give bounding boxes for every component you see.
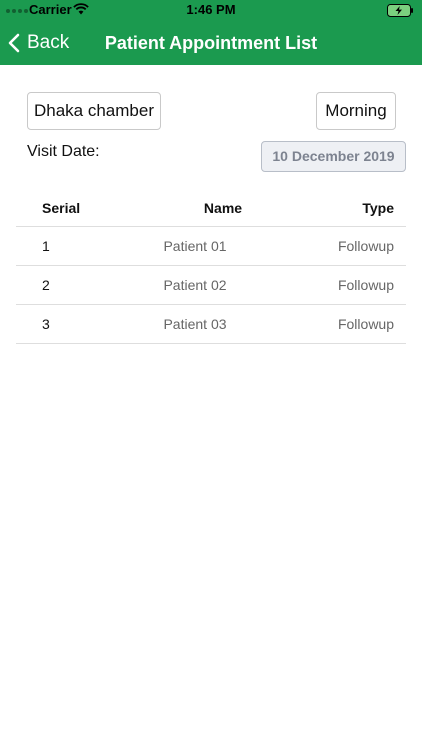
table-row[interactable]: 2 Patient 02 Followup — [16, 266, 406, 305]
row-type: Followup — [337, 238, 394, 254]
navigation-bar: Back Patient Appointment List — [0, 22, 422, 65]
row-name: Patient 03 — [163, 316, 227, 332]
status-time: 1:46 PM — [186, 2, 236, 17]
page-title: Patient Appointment List — [104, 33, 318, 53]
top-bar: Carrier 1:46 PM Back Patient Appointment… — [0, 0, 422, 65]
table-row[interactable]: 3 Patient 03 Followup — [16, 305, 406, 344]
visit-date-field[interactable]: 10 December 2019 — [261, 141, 406, 172]
row-name: Patient 02 — [163, 277, 227, 293]
header-name: Name — [203, 200, 243, 216]
chamber-select-button[interactable]: Dhaka chamber — [27, 92, 161, 130]
status-bar: Carrier 1:46 PM — [0, 0, 422, 22]
session-select-button[interactable]: Morning — [316, 92, 396, 130]
header-type: Type — [362, 200, 394, 216]
row-name: Patient 01 — [163, 238, 227, 254]
row-type: Followup — [337, 277, 394, 293]
table-header: Serial Name Type — [16, 189, 406, 227]
battery-charging-icon — [387, 4, 413, 17]
row-type: Followup — [337, 316, 394, 332]
visit-date-label: Visit Date: — [27, 143, 100, 160]
table-row[interactable]: 1 Patient 01 Followup — [16, 227, 406, 266]
